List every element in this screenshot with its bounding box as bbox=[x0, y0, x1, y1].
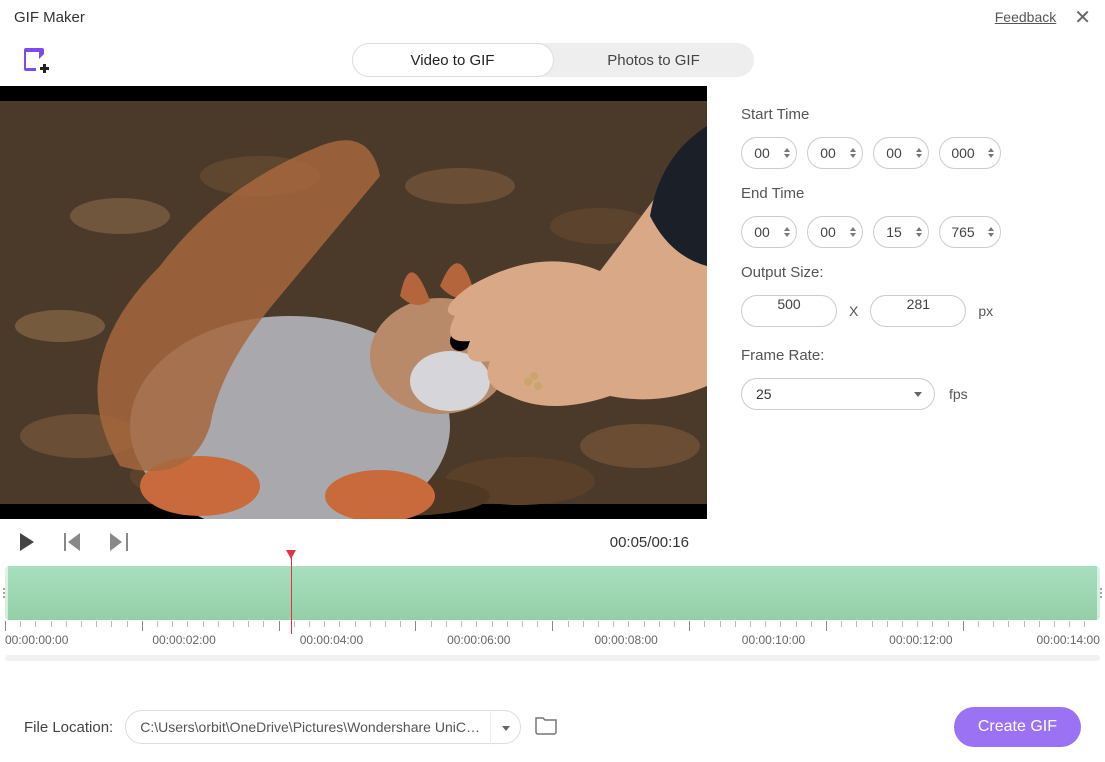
timecode: 00:00:14:00 bbox=[1037, 633, 1100, 647]
mode-tabs: Video to GIF Photos to GIF bbox=[352, 43, 754, 77]
start-sec-input[interactable]: 00 bbox=[873, 137, 929, 169]
player-controls: 00:05/00:16 bbox=[0, 519, 707, 565]
file-location-label: File Location: bbox=[24, 719, 113, 736]
start-time-label: Start Time bbox=[741, 106, 1105, 123]
time-display: 00:05/00:16 bbox=[610, 534, 689, 551]
output-height-input[interactable]: 281 bbox=[870, 295, 966, 327]
timecode: 00:00:04:00 bbox=[300, 633, 363, 647]
settings-panel: Start Time 00 00 00 000 End Time 00 00 1… bbox=[707, 86, 1105, 565]
timeline-timecodes: 00:00:00:00 00:00:02:00 00:00:04:00 00:00:0… bbox=[5, 633, 1100, 647]
tab-photos-to-gif[interactable]: Photos to GIF bbox=[554, 43, 754, 77]
start-min-input[interactable]: 00 bbox=[807, 137, 863, 169]
start-ms-input[interactable]: 000 bbox=[939, 137, 1001, 169]
chevron-down-icon bbox=[914, 392, 922, 397]
next-frame-icon[interactable] bbox=[110, 533, 128, 551]
frame-rate-label: Frame Rate: bbox=[741, 347, 1105, 364]
timecode: 00:00:06:00 bbox=[447, 633, 510, 647]
timeline-scrollbar[interactable] bbox=[5, 655, 1100, 661]
timecode: 00:00:12:00 bbox=[889, 633, 952, 647]
timeline-track[interactable] bbox=[5, 566, 1100, 620]
create-gif-button[interactable]: Create GIF bbox=[954, 707, 1081, 747]
px-label: px bbox=[978, 303, 993, 319]
chevron-down-icon[interactable] bbox=[490, 711, 520, 745]
end-sec-input[interactable]: 15 bbox=[873, 216, 929, 248]
timecode: 00:00:00:00 bbox=[5, 633, 68, 647]
timeline: 00:00:00:00 00:00:02:00 00:00:04:00 00:00:0… bbox=[0, 566, 1105, 661]
frame-rate-select[interactable]: 25 bbox=[741, 378, 935, 410]
add-file-icon[interactable] bbox=[22, 46, 52, 74]
timecode: 00:00:02:00 bbox=[152, 633, 215, 647]
tab-video-to-gif[interactable]: Video to GIF bbox=[352, 43, 554, 77]
timecode: 00:00:10:00 bbox=[742, 633, 805, 647]
file-location-select[interactable]: C:\Users\orbit\OneDrive\Pictures\Wonders… bbox=[125, 710, 521, 744]
trim-handle-right[interactable] bbox=[1097, 566, 1105, 620]
top-bar: Video to GIF Photos to GIF bbox=[0, 34, 1105, 86]
start-hour-input[interactable]: 00 bbox=[741, 137, 797, 169]
title-bar: GIF Maker Feedback ✕ bbox=[0, 0, 1105, 34]
open-folder-icon[interactable] bbox=[535, 715, 557, 740]
timeline-ticks bbox=[5, 621, 1100, 629]
end-ms-input[interactable]: 765 bbox=[939, 216, 1001, 248]
feedback-link[interactable]: Feedback bbox=[995, 9, 1056, 25]
close-icon[interactable]: ✕ bbox=[1074, 5, 1091, 30]
trim-handle-left[interactable] bbox=[0, 566, 8, 620]
output-size-label: Output Size: bbox=[741, 264, 1105, 281]
footer: File Location: C:\Users\orbit\OneDrive\P… bbox=[0, 692, 1105, 762]
fps-label: fps bbox=[949, 386, 968, 402]
app-title: GIF Maker bbox=[14, 9, 85, 26]
video-preview bbox=[0, 86, 707, 519]
size-separator: X bbox=[849, 303, 858, 319]
output-width-input[interactable]: 500 bbox=[741, 295, 837, 327]
end-min-input[interactable]: 00 bbox=[807, 216, 863, 248]
play-icon[interactable] bbox=[18, 533, 36, 551]
prev-frame-icon[interactable] bbox=[64, 533, 82, 551]
timecode: 00:00:08:00 bbox=[594, 633, 657, 647]
end-time-label: End Time bbox=[741, 185, 1105, 202]
end-hour-input[interactable]: 00 bbox=[741, 216, 797, 248]
